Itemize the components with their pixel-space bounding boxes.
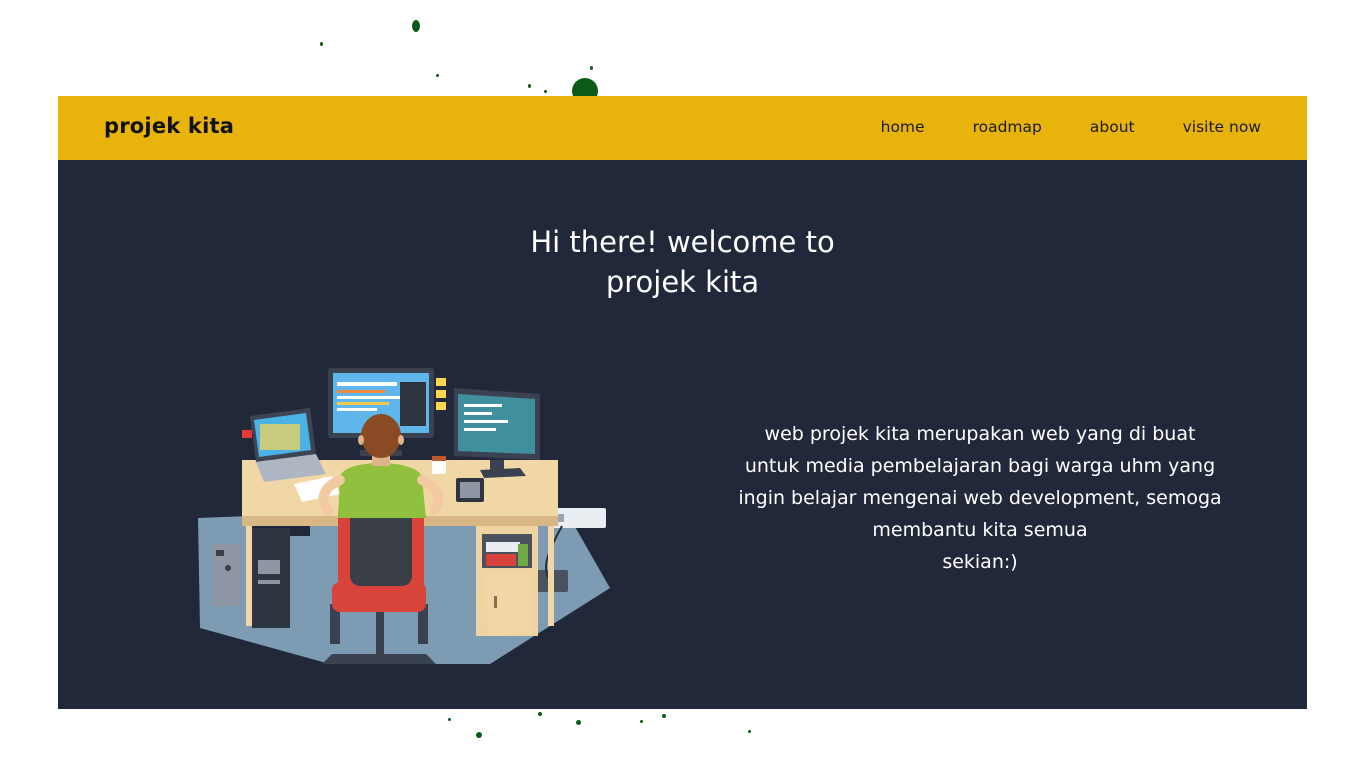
hero-title-line-1: Hi there! welcome to bbox=[530, 225, 835, 259]
page-frame: projek kita home roadmap about visite no… bbox=[58, 96, 1307, 709]
description-line-5: sekian:) bbox=[942, 551, 1018, 573]
hero-title: Hi there! welcome to projek kita bbox=[58, 222, 1307, 302]
brand-logo[interactable]: projek kita bbox=[104, 114, 234, 138]
description-line-2: untuk media pembelajaran bagi warga uhm … bbox=[744, 455, 1216, 477]
description-line-4: membantu kita semua bbox=[872, 519, 1088, 541]
nav-link-visite-now[interactable]: visite now bbox=[1183, 118, 1261, 136]
navbar: projek kita home roadmap about visite no… bbox=[58, 96, 1307, 160]
nav-link-home[interactable]: home bbox=[881, 118, 925, 136]
hero-description: web projek kita merupakan web yang di bu… bbox=[704, 418, 1256, 578]
description-line-1: web projek kita merupakan web yang di bu… bbox=[764, 423, 1196, 445]
nav-links: home roadmap about visite now bbox=[881, 118, 1261, 136]
description-line-3: ingin belajar mengenai web development, … bbox=[738, 487, 1222, 509]
developer-workstation-illustration bbox=[198, 368, 610, 664]
nav-link-roadmap[interactable]: roadmap bbox=[973, 118, 1042, 136]
hero-title-line-2: projek kita bbox=[605, 265, 760, 299]
nav-link-about[interactable]: about bbox=[1090, 118, 1135, 136]
